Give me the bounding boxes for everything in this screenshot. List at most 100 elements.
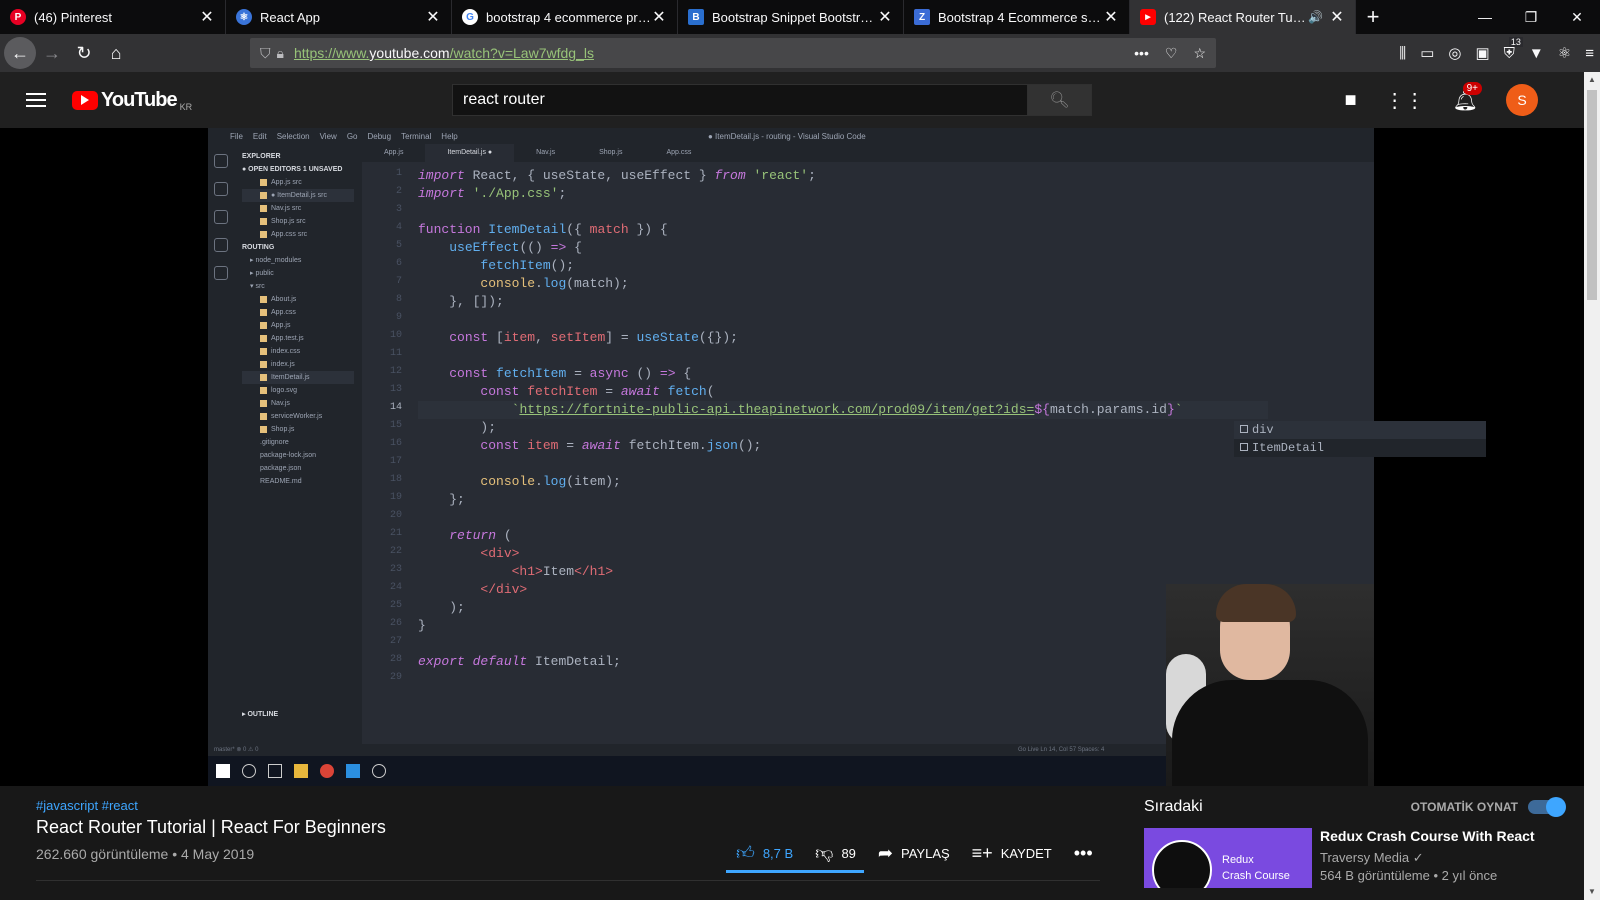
page-actions-icon[interactable]: •••: [1134, 45, 1149, 62]
restore-icon[interactable]: ❐: [1508, 0, 1554, 34]
tree-item: index.css: [242, 345, 354, 358]
close-window-icon[interactable]: ✕: [1554, 0, 1600, 34]
close-tab-icon[interactable]: ✕: [199, 7, 215, 27]
dislike-button[interactable]: 👎︎ 89: [815, 842, 856, 864]
search-button[interactable]: 🔍︎: [1028, 84, 1092, 116]
video-info: #javascript #react React Router Tutorial…: [36, 798, 1096, 863]
share-label: PAYLAŞ: [901, 845, 950, 861]
minimize-icon[interactable]: —: [1462, 0, 1508, 34]
apps-grid-icon[interactable]: ⋮⋮: [1385, 88, 1425, 113]
notifications-icon[interactable]: 🔔︎ 9+: [1453, 81, 1483, 113]
divider: [36, 880, 1100, 881]
video-thumbnail[interactable]: Redux Crash Course: [1144, 828, 1312, 888]
search-input[interactable]: [452, 84, 1028, 116]
more-actions-button[interactable]: •••: [1074, 843, 1093, 864]
menu-icon[interactable]: ≡: [1585, 45, 1594, 62]
sidebar-icon[interactable]: ▭: [1420, 44, 1434, 62]
up-next-meta: 564 B görüntüleme • 2 yıl önce: [1320, 868, 1498, 883]
line-number: 2: [395, 186, 402, 197]
autoplay-toggle[interactable]: [1528, 797, 1566, 817]
speaker-icon[interactable]: 🔊: [1308, 10, 1323, 24]
scroll-down-icon[interactable]: ▼: [1584, 884, 1600, 900]
chrome-icon: [320, 764, 334, 778]
close-tab-icon[interactable]: ✕: [1329, 7, 1345, 27]
search-icon: [242, 764, 256, 778]
scrollbar-thumb[interactable]: [1587, 90, 1597, 300]
account-icon[interactable]: ◎: [1448, 44, 1461, 62]
video-player[interactable]: File Edit Selection View Go Debug Termin…: [0, 128, 1584, 786]
line-number: 25: [389, 600, 402, 611]
line-number: 19: [389, 492, 402, 503]
address-bar[interactable]: ⛉ 🔒︎ https://www.youtube.com/watch?v=Law…: [250, 38, 1216, 68]
avatar[interactable]: S: [1506, 84, 1538, 116]
create-video-icon[interactable]: ■: [1345, 89, 1357, 112]
tree-item: logo.svg: [242, 384, 354, 397]
forward-button[interactable]: →: [36, 37, 68, 69]
open-editors-header: ● OPEN EDITORS 1 UNSAVED: [242, 166, 343, 173]
shield-icon[interactable]: ⛉: [260, 45, 271, 62]
scroll-up-icon[interactable]: ▲: [1584, 72, 1600, 88]
vscode-editor-tabs: App.js ItemDetail.js ● Nav.js Shop.js Ap…: [362, 144, 1374, 162]
channel-name[interactable]: Traversy Media ✓: [1320, 850, 1535, 866]
hashtags[interactable]: #javascript #react: [36, 798, 1096, 813]
tree-item: .gitignore: [260, 439, 289, 446]
up-next-title[interactable]: Redux Crash Course With React: [1320, 828, 1535, 844]
vue-extension-icon[interactable]: ▼: [1529, 45, 1544, 62]
code-line: }: [418, 618, 426, 633]
reload-button[interactable]: ↻: [68, 37, 100, 69]
bookmark-star-icon[interactable]: ☆: [1193, 45, 1206, 62]
code-line: </div>: [480, 582, 528, 597]
close-tab-icon[interactable]: ✕: [877, 7, 893, 27]
autoplay-label: OTOMATİK OYNAT: [1410, 800, 1518, 814]
autoplay: OTOMATİK OYNAT: [1410, 797, 1566, 817]
thumbs-up-icon: 👍︎: [736, 843, 755, 863]
folder-icon: [294, 764, 308, 778]
vscode-activity-bar: [208, 144, 234, 744]
youtube-logo[interactable]: YouTube KR: [72, 88, 192, 112]
url-text[interactable]: https://www.youtube.com/watch?v=Law7wfdg…: [294, 45, 1134, 61]
verified-icon: ✓: [1412, 850, 1424, 865]
vscode-menu-help: Help: [441, 131, 458, 141]
tree-item: serviceWorker.js: [242, 410, 354, 423]
browser-tab-react-app[interactable]: ⚛ React App ✕: [226, 0, 452, 34]
browser-tab-pinterest[interactable]: P (46) Pinterest ✕: [0, 0, 226, 34]
source-control-icon: [214, 210, 228, 224]
browser-tab-bootstrap-ecommerce[interactable]: Z Bootstrap 4 Ecommerce single ✕: [904, 0, 1130, 34]
close-tab-icon[interactable]: ✕: [651, 7, 667, 27]
new-tab-button[interactable]: +: [1356, 0, 1390, 34]
notification-badge: 9+: [1462, 81, 1483, 95]
browser-tab-google-search[interactable]: G bootstrap 4 ecommerce produ ✕: [452, 0, 678, 34]
pocket-icon[interactable]: ♡: [1165, 45, 1178, 62]
line-number: 20: [389, 510, 402, 521]
dislike-count: 89: [841, 845, 856, 861]
like-button[interactable]: 👍︎ 8,7 B: [736, 842, 793, 864]
hamburger-menu-icon[interactable]: [26, 89, 46, 111]
react-devtools-icon[interactable]: ⚛: [1558, 44, 1571, 62]
share-button[interactable]: ➦ PAYLAŞ: [878, 843, 950, 864]
home-button[interactable]: ⌂: [100, 37, 132, 69]
up-next-card[interactable]: Redux Crash Course Redux Crash Course Wi…: [1144, 828, 1564, 888]
close-tab-icon[interactable]: ✕: [425, 7, 441, 27]
tree-item: ▸ public: [250, 270, 274, 277]
extension-lock-icon[interactable]: ▣: [1475, 44, 1489, 62]
code-line: console.log(match);: [480, 276, 629, 291]
open-editor-item: App.js src: [242, 176, 354, 189]
close-tab-icon[interactable]: ✕: [1103, 7, 1119, 27]
shield-extension-icon[interactable]: ⛨ 13: [1504, 36, 1523, 62]
logo-text: YouTube: [101, 88, 178, 111]
search-icon: 🔍︎: [1049, 92, 1070, 109]
code-line: useEffect(() => {: [449, 240, 582, 255]
like-ratio-bar: [726, 870, 864, 873]
page-scrollbar[interactable]: ▲ ▼: [1584, 72, 1600, 900]
open-editor-item: Shop.js src: [242, 215, 354, 228]
library-icon[interactable]: ⫼: [1399, 45, 1406, 62]
tree-item: Shop.js: [242, 423, 354, 436]
back-button[interactable]: ←: [4, 37, 36, 69]
vscode-menu-edit: Edit: [252, 131, 267, 141]
save-button[interactable]: ≡+ KAYDET: [972, 843, 1052, 864]
code-line: `https://fortnite-public-api.theapinetwo…: [511, 402, 1183, 417]
lock-icon[interactable]: 🔒︎: [277, 45, 284, 62]
browser-tab-bootstrap-snippet[interactable]: B Bootstrap Snippet Bootstrap Pr ✕: [678, 0, 904, 34]
browser-tab-youtube[interactable]: ▶ (122) React Router Tutorial | 🔊 ✕: [1130, 0, 1356, 34]
tree-item: README.md: [260, 478, 302, 485]
